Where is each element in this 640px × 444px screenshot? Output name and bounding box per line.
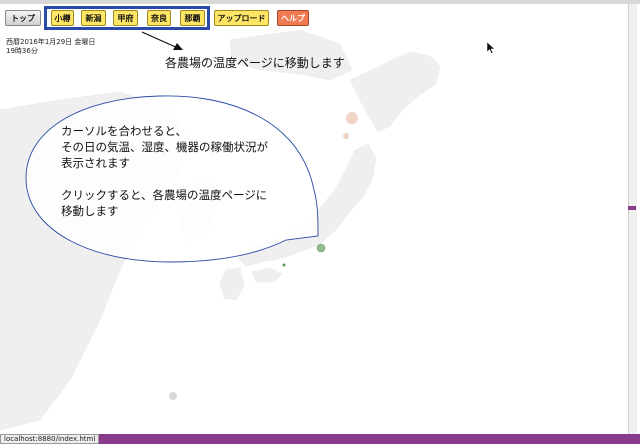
time-text: 19時36分 — [6, 47, 38, 55]
farm-marker-nara[interactable] — [282, 263, 286, 267]
scrollbar-marker — [628, 206, 636, 210]
farm-buttons-highlight — [44, 6, 210, 30]
mouse-cursor-icon — [487, 42, 495, 54]
top-button[interactable]: トップ — [5, 10, 41, 26]
datetime-display: 西暦2016年1月29日 金曜日 19時36分 — [6, 38, 95, 56]
annotation-arrow — [141, 31, 181, 50]
status-url: localhost:8880/index.html — [0, 434, 100, 444]
date-text: 西暦2016年1月29日 金曜日 — [6, 38, 96, 46]
farm-marker-kofu[interactable] — [316, 243, 326, 253]
help-button[interactable]: ヘルプ — [277, 10, 309, 26]
upload-button[interactable]: アップロード — [214, 10, 269, 26]
farm-marker-naha[interactable] — [169, 392, 177, 400]
speech-bubble-text: カーソルを合わせると、 その日の気温、湿度、機器の稼働状況が 表示されます クリ… — [61, 124, 268, 218]
farm-marker-otaru[interactable] — [346, 112, 358, 124]
annotation-note: 各農場の温度ページに移動します — [165, 56, 345, 70]
vertical-scrollbar[interactable] — [628, 4, 637, 434]
farm-marker-otaru-small[interactable] — [343, 133, 349, 139]
